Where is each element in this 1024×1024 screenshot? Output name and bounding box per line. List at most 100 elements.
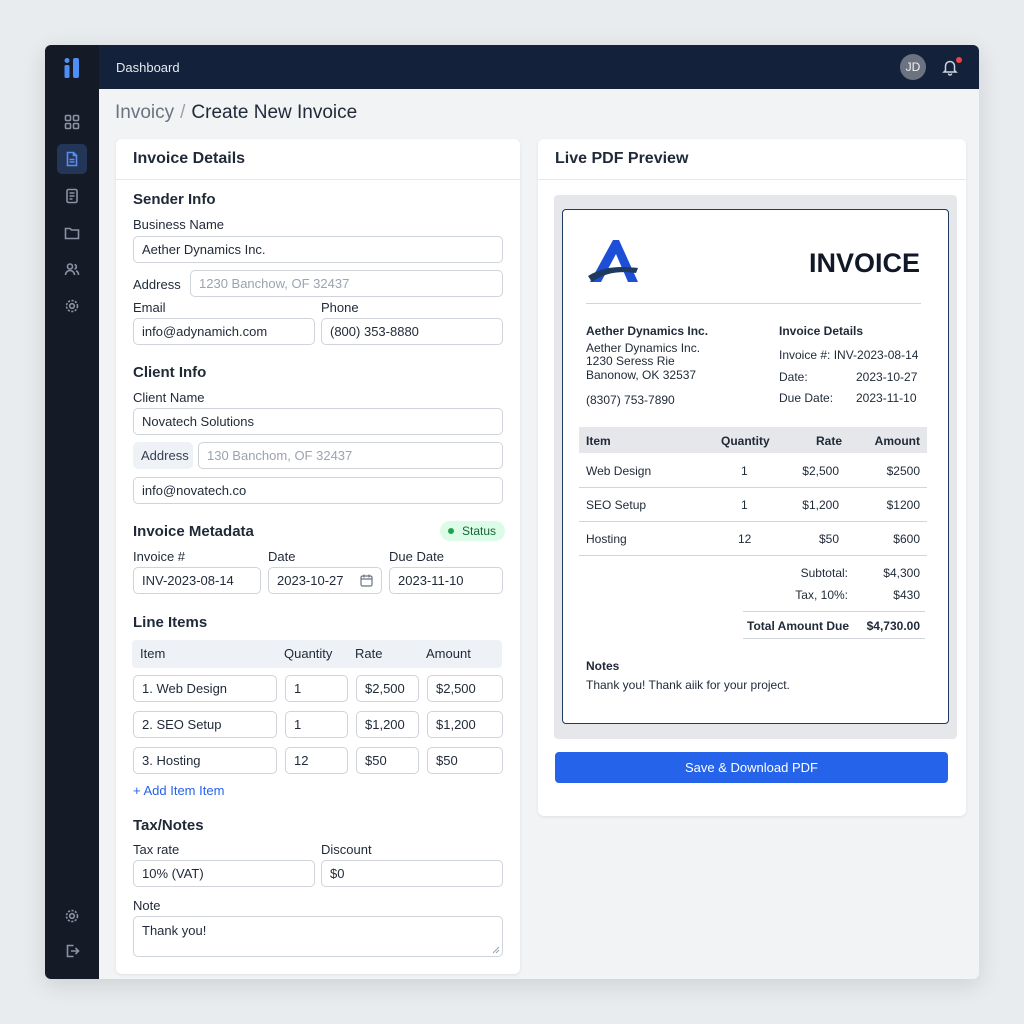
invoice-details-card: Invoice Details Sender Info Business Nam… bbox=[116, 139, 520, 974]
note-textarea[interactable]: Thank you! bbox=[133, 916, 503, 957]
header-amount: Amount bbox=[426, 646, 471, 661]
business-name-label: Business Name bbox=[133, 217, 225, 232]
grid-icon bbox=[64, 114, 80, 130]
pdf-sender-line1: Aether Dynamics Inc. bbox=[586, 341, 701, 355]
save-download-button[interactable]: Save & Download PDF bbox=[555, 752, 948, 783]
users-icon bbox=[64, 263, 80, 276]
status-dot-icon bbox=[448, 528, 454, 534]
pdf-header-item: Item bbox=[586, 434, 611, 448]
pdf-sender-line2: 1230 Seress Rie bbox=[586, 354, 675, 368]
sender-address-label: Address bbox=[133, 277, 181, 292]
discount-input[interactable]: $0 bbox=[321, 860, 503, 887]
pdf-sender-name: Aether Dynamics Inc. bbox=[586, 324, 709, 338]
line-item-qty-input[interactable]: 12 bbox=[285, 747, 348, 774]
note-label: Note bbox=[133, 898, 161, 913]
breadcrumb: Invoicy / Create New Invoice bbox=[115, 102, 357, 124]
pdf-tax-value: $430 bbox=[893, 588, 920, 602]
pdf-date-value: 2023-10-27 bbox=[856, 370, 918, 384]
line-item-amount-input[interactable]: $1,200 bbox=[427, 711, 503, 738]
pdf-row-amount: $2500 bbox=[886, 464, 920, 478]
line-item-rate-input[interactable]: $2,500 bbox=[356, 675, 419, 702]
client-section-title: Client Info bbox=[133, 364, 207, 381]
breadcrumb-separator: / bbox=[180, 102, 186, 123]
sender-phone-input[interactable]: (800) 353-8880 bbox=[321, 318, 503, 345]
folder-icon bbox=[64, 227, 80, 240]
pdf-row-rate: $50 bbox=[818, 532, 839, 546]
line-item-amount-input[interactable]: $2,500 bbox=[427, 675, 503, 702]
client-name-input[interactable]: Novatech Solutions bbox=[133, 408, 503, 435]
line-item-qty-input[interactable]: 1 bbox=[285, 711, 348, 738]
status-badge: Status bbox=[440, 521, 506, 541]
pdf-tax-label: Tax, 10%: bbox=[795, 588, 848, 602]
line-item-rate-input[interactable]: $1,200 bbox=[356, 711, 419, 738]
invoice-number-label: Invoice # bbox=[133, 549, 186, 564]
line-items-header: Item Quantity Rate Amount bbox=[132, 640, 502, 668]
line-item-amount-input[interactable]: $50 bbox=[427, 747, 503, 774]
business-name-input[interactable]: Aether Dynamics Inc. bbox=[133, 236, 503, 263]
settings-icon bbox=[65, 909, 79, 923]
preview-frame: INVOICE Aether Dynamics Inc. Aether Dyna… bbox=[554, 195, 957, 739]
pdf-row-qty: 1 bbox=[741, 498, 748, 512]
metadata-section-title: Invoice Metadata bbox=[133, 523, 254, 540]
sidebar-item-dashboard[interactable] bbox=[57, 107, 87, 137]
calendar-icon[interactable] bbox=[360, 574, 373, 587]
line-item-name-input[interactable]: 1. Web Design bbox=[133, 675, 277, 702]
avatar[interactable]: JD bbox=[900, 54, 926, 80]
status-label: Status bbox=[462, 524, 497, 538]
client-email-input[interactable]: info@novatech.co bbox=[133, 477, 503, 504]
pdf-sender-phone: (8307) 753-7890 bbox=[586, 393, 675, 407]
app-window: Dashboard JD Invoicy / Create New Invoice … bbox=[45, 45, 979, 979]
pdf-row-qty: 1 bbox=[741, 464, 748, 478]
resize-handle-icon[interactable] bbox=[492, 946, 500, 954]
add-item-button[interactable]: + Add Item Item bbox=[133, 783, 224, 798]
invoice-number-input[interactable]: INV-2023-08-14 bbox=[133, 567, 261, 594]
pdf-row-item: Hosting bbox=[586, 532, 627, 546]
sidebar bbox=[45, 45, 99, 979]
pdf-subtotal-value: $4,300 bbox=[883, 566, 920, 580]
client-address-input[interactable]: 130 Banchom, OF 32437 bbox=[198, 442, 503, 469]
client-name-label: Client Name bbox=[133, 390, 205, 405]
pdf-total-divider bbox=[743, 611, 925, 612]
line-item-name-input[interactable]: 3. Hosting bbox=[133, 747, 277, 774]
page-title: Create New Invoice bbox=[191, 102, 358, 123]
breadcrumb-parent[interactable]: Invoicy bbox=[115, 102, 174, 123]
due-date-input[interactable]: 2023-11-10 bbox=[389, 567, 503, 594]
sender-address-input[interactable]: 1230 Banchow, OF 32437 bbox=[190, 270, 503, 297]
pdf-due-value: 2023-11-10 bbox=[856, 391, 917, 405]
sidebar-item-preferences[interactable] bbox=[57, 901, 87, 931]
sidebar-item-settings[interactable] bbox=[57, 291, 87, 321]
notification-dot bbox=[956, 57, 962, 63]
sidebar-item-invoices[interactable] bbox=[57, 144, 87, 174]
tax-rate-input[interactable]: 10% (VAT) bbox=[133, 860, 315, 887]
header-item: Item bbox=[140, 646, 166, 661]
sidebar-item-clients[interactable] bbox=[57, 254, 87, 284]
sender-phone-label: Phone bbox=[321, 300, 359, 315]
date-label: Date bbox=[268, 549, 296, 564]
note-text: Thank you! bbox=[142, 923, 207, 938]
sender-email-input[interactable]: info@adynamich.com bbox=[133, 318, 315, 345]
line-item-qty-input[interactable]: 1 bbox=[285, 675, 348, 702]
pdf-document: INVOICE Aether Dynamics Inc. Aether Dyna… bbox=[562, 209, 949, 724]
card-title: Invoice Details bbox=[116, 139, 520, 180]
receipt-icon bbox=[66, 188, 78, 204]
line-item-name-input[interactable]: 2. SEO Setup bbox=[133, 711, 277, 738]
line-item-rate-input[interactable]: $50 bbox=[356, 747, 419, 774]
pdf-total-label: Total Amount Due bbox=[747, 619, 849, 633]
discount-label: Discount bbox=[321, 842, 372, 857]
pdf-preview-card: Live PDF Preview INVOICE Aether Dynamics… bbox=[538, 139, 966, 816]
app-logo-icon[interactable] bbox=[62, 57, 82, 79]
header-rate: Rate bbox=[355, 646, 383, 661]
sidebar-item-files[interactable] bbox=[57, 218, 87, 248]
header-quantity: Quantity bbox=[284, 646, 333, 661]
pdf-row-rate: $1,200 bbox=[802, 498, 839, 512]
pdf-row-qty: 12 bbox=[738, 532, 752, 546]
sidebar-item-receipts[interactable] bbox=[57, 181, 87, 211]
pdf-details-title: Invoice Details bbox=[779, 324, 864, 338]
sidebar-item-logout[interactable] bbox=[57, 936, 87, 966]
date-input[interactable]: 2023-10-27 bbox=[268, 567, 382, 594]
gear-icon bbox=[65, 299, 79, 313]
logout-icon bbox=[66, 944, 80, 958]
pdf-header-amount: Amount bbox=[874, 434, 920, 448]
date-value: 2023-10-27 bbox=[277, 573, 344, 588]
pdf-header-quantity: Quantity bbox=[721, 434, 770, 448]
